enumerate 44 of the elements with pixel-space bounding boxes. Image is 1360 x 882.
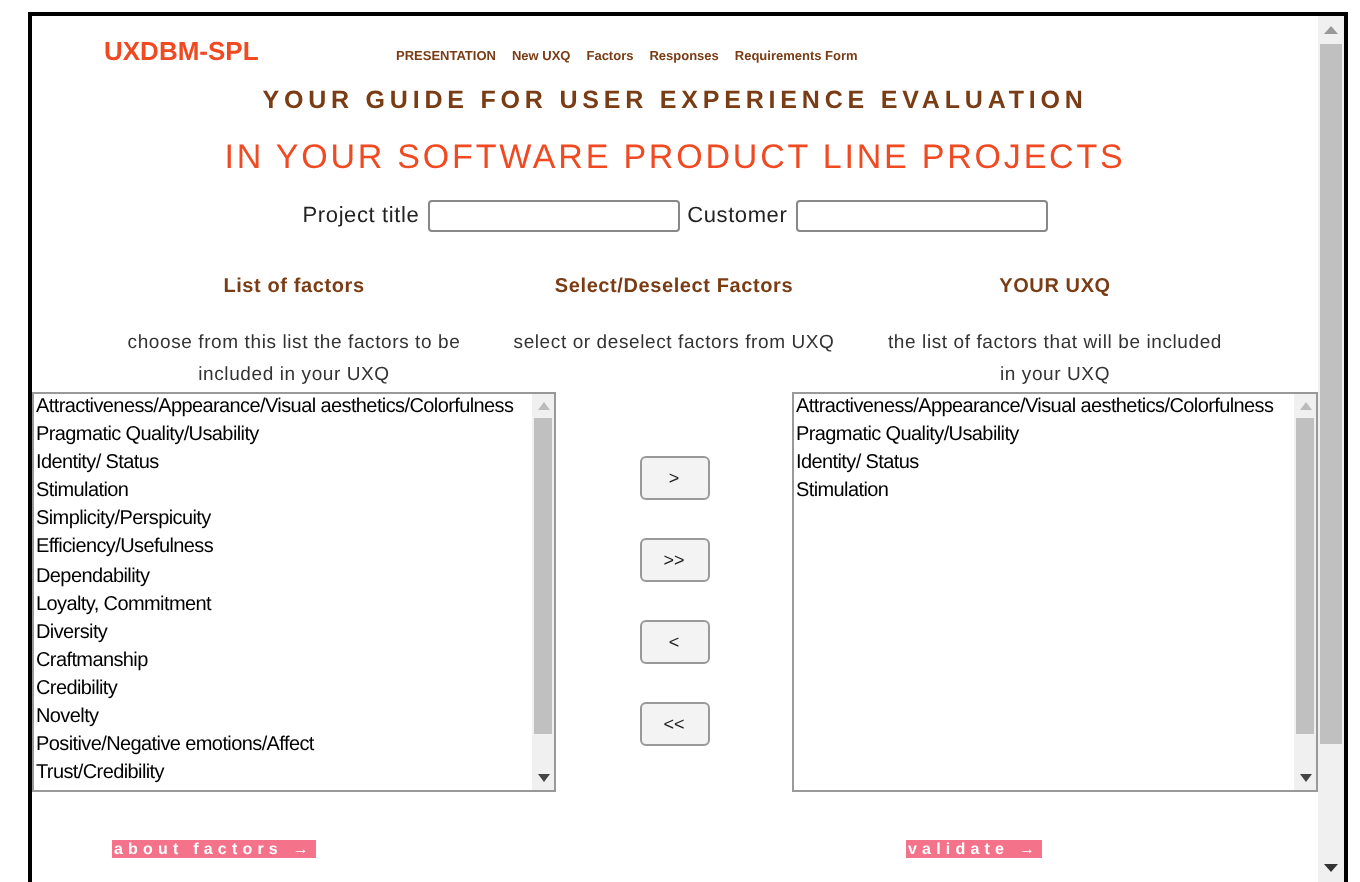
list-item[interactable]: Pragmatic Quality/Usability <box>796 422 1294 451</box>
move-button[interactable]: > <box>639 456 709 500</box>
column-description: the list of factors that will be included in your UXQ <box>885 330 1225 390</box>
logo[interactable]: UXDBM-SPL <box>104 36 324 66</box>
list-item[interactable]: Attractiveness/Appearance/Visual aesthetics/Colorfulness <box>796 394 1294 423</box>
field-label: Project title <box>302 204 420 228</box>
column-heading: List of factors <box>223 276 365 302</box>
scroll-up-icon[interactable] <box>1324 26 1338 34</box>
list-item[interactable]: Efficiency/Usefulness <box>36 534 532 564</box>
list-item[interactable]: Identity/ Status <box>36 450 532 479</box>
list-item[interactable]: Simplicity/Perspicuity <box>36 506 532 535</box>
page-subheading: IN YOUR SOFTWARE PRODUCT LINE PROJECTS <box>224 138 1126 178</box>
list-item[interactable]: Loyalty, Commitment <box>36 591 532 620</box>
column-description: choose from this list the factors to be included in your UXQ <box>125 330 463 390</box>
list-item[interactable]: Positive/Negative emotions/Affect <box>36 732 532 761</box>
column-heading: YOUR UXQ <box>999 276 1111 302</box>
list-item[interactable]: Credibility <box>36 675 532 705</box>
list-item[interactable]: Trust/Credibility <box>36 760 532 789</box>
list-item[interactable]: Novelty <box>36 704 532 733</box>
list-scrollbar[interactable] <box>1294 394 1316 790</box>
list-scrollbar[interactable] <box>532 394 554 790</box>
move-button[interactable]: < <box>639 620 709 664</box>
uxq-list[interactable]: Attractiveness/Appearance/Visual aesthetics/Colorfulness Pragmatic Quality/Usability Identity/ Status Stimulation <box>792 392 1318 792</box>
factor-list[interactable] <box>32 392 556 792</box>
page-heading: YOUR GUIDE FOR USER EXPERIENCE EVALUATION <box>262 86 1088 114</box>
field-label: Customer <box>687 204 788 228</box>
column-description: select or deselect factors from UXQ <box>511 330 837 358</box>
scroll-down-icon[interactable] <box>1324 864 1338 872</box>
list-item[interactable]: Stimulation <box>796 478 1294 507</box>
list-item[interactable]: Stimulation <box>36 478 532 507</box>
list-item[interactable]: Attractiveness/Appearance/Visual aesthetics/Colorfulness <box>36 394 532 423</box>
input-field[interactable] <box>427 200 680 232</box>
list-item[interactable]: Identity/ Status <box>796 450 1294 479</box>
list-item[interactable]: Diversity <box>36 619 532 648</box>
list-item[interactable]: Pragmatic Quality/Usability <box>36 422 532 451</box>
column-heading: Select/Deselect Factors <box>554 276 794 302</box>
move-button[interactable]: << <box>639 702 709 746</box>
scroll-down-icon[interactable] <box>1299 774 1311 782</box>
list-item[interactable]: Dependability <box>36 563 532 592</box>
move-button[interactable]: >> <box>639 538 709 582</box>
input-field[interactable] <box>795 200 1048 232</box>
scroll-down-icon[interactable] <box>537 774 549 782</box>
list-item[interactable]: Craftmanship <box>36 647 532 676</box>
page-scrollbar[interactable] <box>1318 16 1344 882</box>
